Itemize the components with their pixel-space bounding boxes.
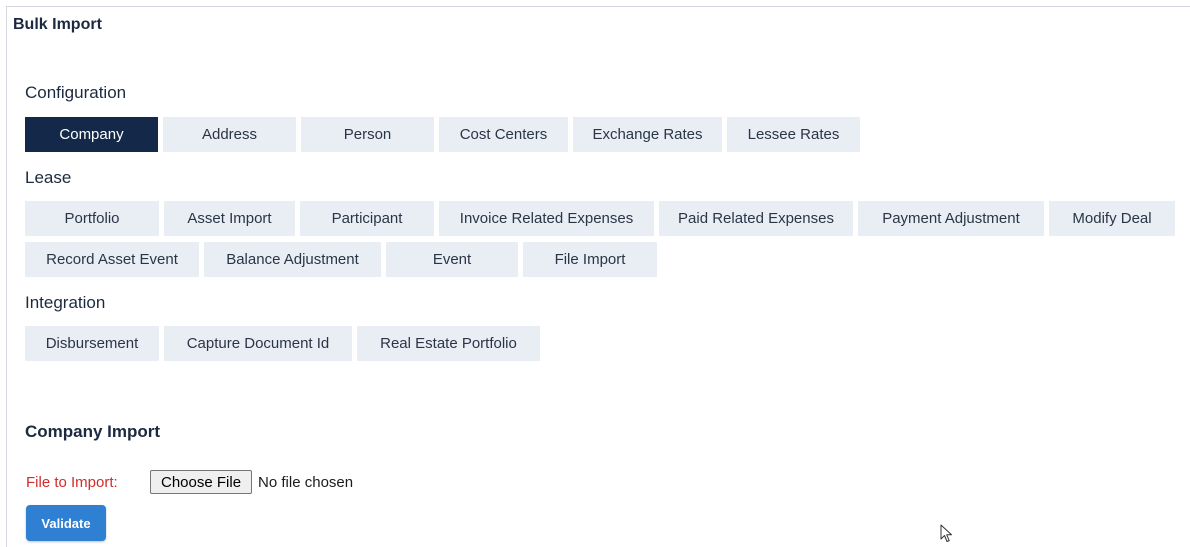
tab-participant[interactable]: Participant bbox=[300, 201, 434, 236]
tab-cost-centers[interactable]: Cost Centers bbox=[439, 117, 568, 152]
tab-portfolio[interactable]: Portfolio bbox=[25, 201, 159, 236]
page-title: Bulk Import bbox=[13, 16, 102, 33]
tab-lessee-rates[interactable]: Lessee Rates bbox=[727, 117, 860, 152]
tab-balance-adjustment[interactable]: Balance Adjustment bbox=[204, 242, 381, 277]
tab-invoice-related-expenses[interactable]: Invoice Related Expenses bbox=[439, 201, 654, 236]
configuration-section-title: Configuration bbox=[25, 83, 127, 102]
tab-paid-related-expenses[interactable]: Paid Related Expenses bbox=[659, 201, 853, 236]
tab-payment-adjustment[interactable]: Payment Adjustment bbox=[858, 201, 1044, 236]
tab-modify-deal[interactable]: Modify Deal bbox=[1049, 201, 1175, 236]
tab-disbursement[interactable]: Disbursement bbox=[25, 326, 159, 361]
file-input[interactable]: Choose File No file chosen bbox=[150, 470, 353, 494]
file-to-import-label: File to Import: bbox=[26, 474, 118, 491]
tab-file-import[interactable]: File Import bbox=[523, 242, 657, 277]
tab-capture-document-id[interactable]: Capture Document Id bbox=[164, 326, 352, 361]
tab-event[interactable]: Event bbox=[386, 242, 518, 277]
tab-company[interactable]: Company bbox=[25, 117, 158, 152]
file-status-text: No file chosen bbox=[258, 473, 354, 491]
tab-person[interactable]: Person bbox=[301, 117, 434, 152]
tab-address[interactable]: Address bbox=[163, 117, 296, 152]
tab-record-asset-event[interactable]: Record Asset Event bbox=[25, 242, 199, 277]
tab-asset-import[interactable]: Asset Import bbox=[164, 201, 295, 236]
tab-exchange-rates[interactable]: Exchange Rates bbox=[573, 117, 722, 152]
import-form-title: Company Import bbox=[25, 422, 161, 441]
lease-section-title: Lease bbox=[25, 168, 72, 187]
choose-file-button[interactable]: Choose File bbox=[150, 470, 253, 494]
integration-section-title: Integration bbox=[25, 293, 106, 312]
mouse-pointer-icon bbox=[940, 524, 952, 542]
validate-button[interactable]: Validate bbox=[26, 505, 106, 541]
tab-real-estate-portfolio[interactable]: Real Estate Portfolio bbox=[357, 326, 540, 361]
